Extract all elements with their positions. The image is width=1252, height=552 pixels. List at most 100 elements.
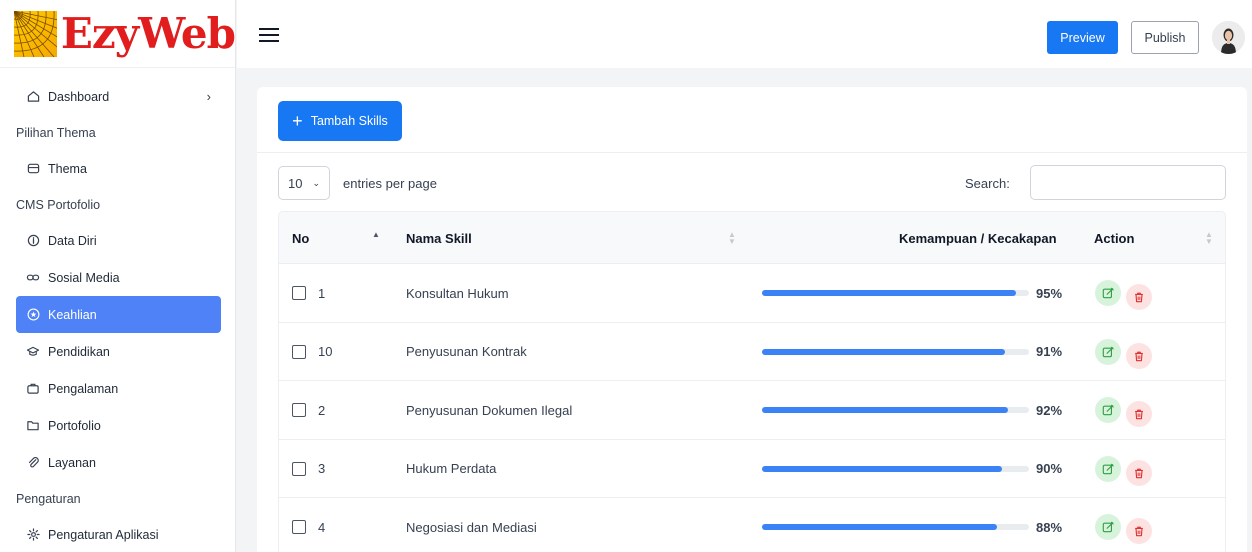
sidebar-item-label: Data Diri: [48, 233, 97, 248]
skill-progress-fill: [762, 465, 1003, 472]
skill-name: Hukum Perdata: [406, 461, 497, 476]
entries-per-page-select[interactable]: 10 ⌄: [278, 166, 330, 200]
skill-name: Penyusunan Kontrak: [406, 344, 527, 359]
delete-button[interactable]: [1126, 284, 1152, 310]
table-row: 1 Konsultan Hukum 95%: [279, 264, 1225, 323]
graduation-cap-icon: [26, 345, 40, 359]
nav-group-theme: Pilihan Thema: [16, 125, 96, 140]
row-checkbox[interactable]: [292, 520, 306, 534]
row-checkbox[interactable]: [292, 286, 306, 300]
delete-button[interactable]: [1126, 342, 1152, 369]
sidebar-item-label: Pendidikan: [48, 344, 110, 359]
entries-value: 10: [288, 175, 303, 191]
skill-progress-bar: [762, 524, 1029, 530]
skill-progress-bar: [762, 407, 1029, 413]
entries-label: entries per page: [343, 175, 437, 191]
row-no-cell: 3: [292, 440, 325, 498]
row-checkbox[interactable]: [292, 403, 306, 417]
row-checkbox[interactable]: [292, 344, 306, 359]
edit-button[interactable]: [1095, 514, 1121, 540]
nav-group-cms: CMS Portofolio: [16, 197, 101, 212]
header-action[interactable]: Action: [1094, 212, 1134, 264]
sidebar-item-dashboard[interactable]: Dashboard ›: [16, 78, 221, 115]
nav-group-settings: Pengaturan: [16, 491, 81, 506]
header-name[interactable]: Nama Skill: [406, 212, 472, 264]
skill-name: Negosiasi dan Mediasi: [406, 519, 537, 535]
home-icon: [26, 90, 40, 104]
logo-mark-icon: [14, 10, 57, 57]
edit-button[interactable]: [1095, 280, 1121, 306]
edit-icon: [1102, 521, 1114, 533]
header-no[interactable]: No: [292, 212, 309, 264]
skill-progress-fill: [762, 290, 1016, 296]
sidebar-item-data-diri[interactable]: Data Diri: [16, 222, 221, 259]
sidebar: EzyWeb Dashboard › Pilihan Thema Thema C…: [0, 0, 236, 552]
row-no: 2: [318, 402, 326, 418]
sort-action-icon[interactable]: ▲ ▼: [1205, 231, 1213, 246]
trash-icon: [1135, 351, 1143, 361]
edit-button[interactable]: [1095, 397, 1121, 423]
publish-button[interactable]: Publish: [1131, 21, 1199, 54]
delete-button[interactable]: [1126, 518, 1152, 544]
sidebar-item-label: Pengalaman: [48, 381, 119, 396]
brand-name: EzyWeb: [60, 8, 236, 58]
sidebar-item-label: Portofolio: [48, 418, 101, 433]
skill-percent: 95%: [1036, 285, 1063, 301]
sidebar-item-label: Dashboard: [48, 89, 110, 104]
sidebar-item-label: Thema: [48, 161, 87, 176]
add-skill-button[interactable]: + Tambah Skills: [278, 101, 402, 141]
sort-name-icon[interactable]: ▲ ▼: [728, 231, 736, 246]
skill-progress-bar: [762, 348, 1029, 355]
row-no: 10: [318, 344, 333, 359]
skill-percent: 90%: [1036, 461, 1063, 476]
trash-icon: [1135, 409, 1143, 420]
skill-progress-fill: [762, 348, 1005, 355]
sort-no-icon[interactable]: ▲: [372, 231, 380, 245]
sidebar-item-layanan[interactable]: Layanan: [16, 444, 221, 481]
edit-icon: [1102, 346, 1114, 357]
info-icon: [26, 234, 40, 248]
divider: [257, 152, 1247, 153]
delete-button[interactable]: [1126, 401, 1152, 427]
avatar[interactable]: [1212, 21, 1245, 54]
skill-progress-fill: [762, 407, 1008, 413]
table-header: No ▲ Nama Skill ▲ ▼ Kemampuan / Kecakapan…: [279, 212, 1225, 264]
edit-icon: [1102, 463, 1114, 474]
palette-icon: [26, 162, 40, 176]
gear-icon: [26, 528, 40, 542]
skill-progress-bar: [762, 465, 1029, 472]
row-no-cell: 1: [292, 264, 325, 322]
row-checkbox[interactable]: [292, 461, 306, 476]
trash-icon: [1135, 292, 1143, 303]
topbar: Preview Publish: [237, 0, 1252, 68]
sidebar-item-pengaturan-aplikasi[interactable]: Pengaturan Aplikasi: [16, 516, 221, 552]
edit-button[interactable]: [1095, 455, 1121, 482]
skills-table: No ▲ Nama Skill ▲ ▼ Kemampuan / Kecakapan…: [278, 211, 1226, 552]
sidebar-item-label: Pengaturan Aplikasi: [48, 527, 159, 542]
sidebar-item-pendidikan[interactable]: Pendidikan: [16, 333, 221, 370]
sidebar-item-label: Layanan: [48, 455, 96, 470]
table-body: 1 Konsultan Hukum 95% 10 Penyusunan Kont…: [279, 264, 1225, 552]
sidebar-item-portofolio[interactable]: Portofolio: [16, 407, 221, 444]
star-icon: [26, 308, 40, 322]
trash-icon: [1135, 526, 1143, 537]
preview-button[interactable]: Preview: [1047, 21, 1118, 54]
menu-toggle-icon[interactable]: [259, 28, 279, 46]
skill-progress-bar: [762, 290, 1029, 296]
skill-percent: 88%: [1036, 519, 1063, 535]
folder-icon: [26, 419, 40, 433]
brand-logo[interactable]: EzyWeb: [0, 0, 236, 68]
row-no: 3: [318, 461, 326, 476]
skill-percent: 91%: [1036, 344, 1063, 359]
delete-button[interactable]: [1126, 459, 1152, 486]
sidebar-item-keahlian[interactable]: Keahlian: [16, 296, 221, 333]
skill-name: Konsultan Hukum: [406, 285, 509, 301]
search-input[interactable]: [1030, 165, 1226, 200]
edit-button[interactable]: [1095, 338, 1121, 365]
skill-progress-fill: [762, 524, 997, 530]
sidebar-item-thema[interactable]: Thema: [16, 150, 221, 187]
table-row: 3 Hukum Perdata 90%: [279, 440, 1225, 498]
sidebar-item-sosial-media[interactable]: Sosial Media: [16, 259, 221, 296]
sidebar-item-pengalaman[interactable]: Pengalaman: [16, 370, 221, 407]
header-level[interactable]: Kemampuan / Kecakapan: [899, 212, 1057, 264]
